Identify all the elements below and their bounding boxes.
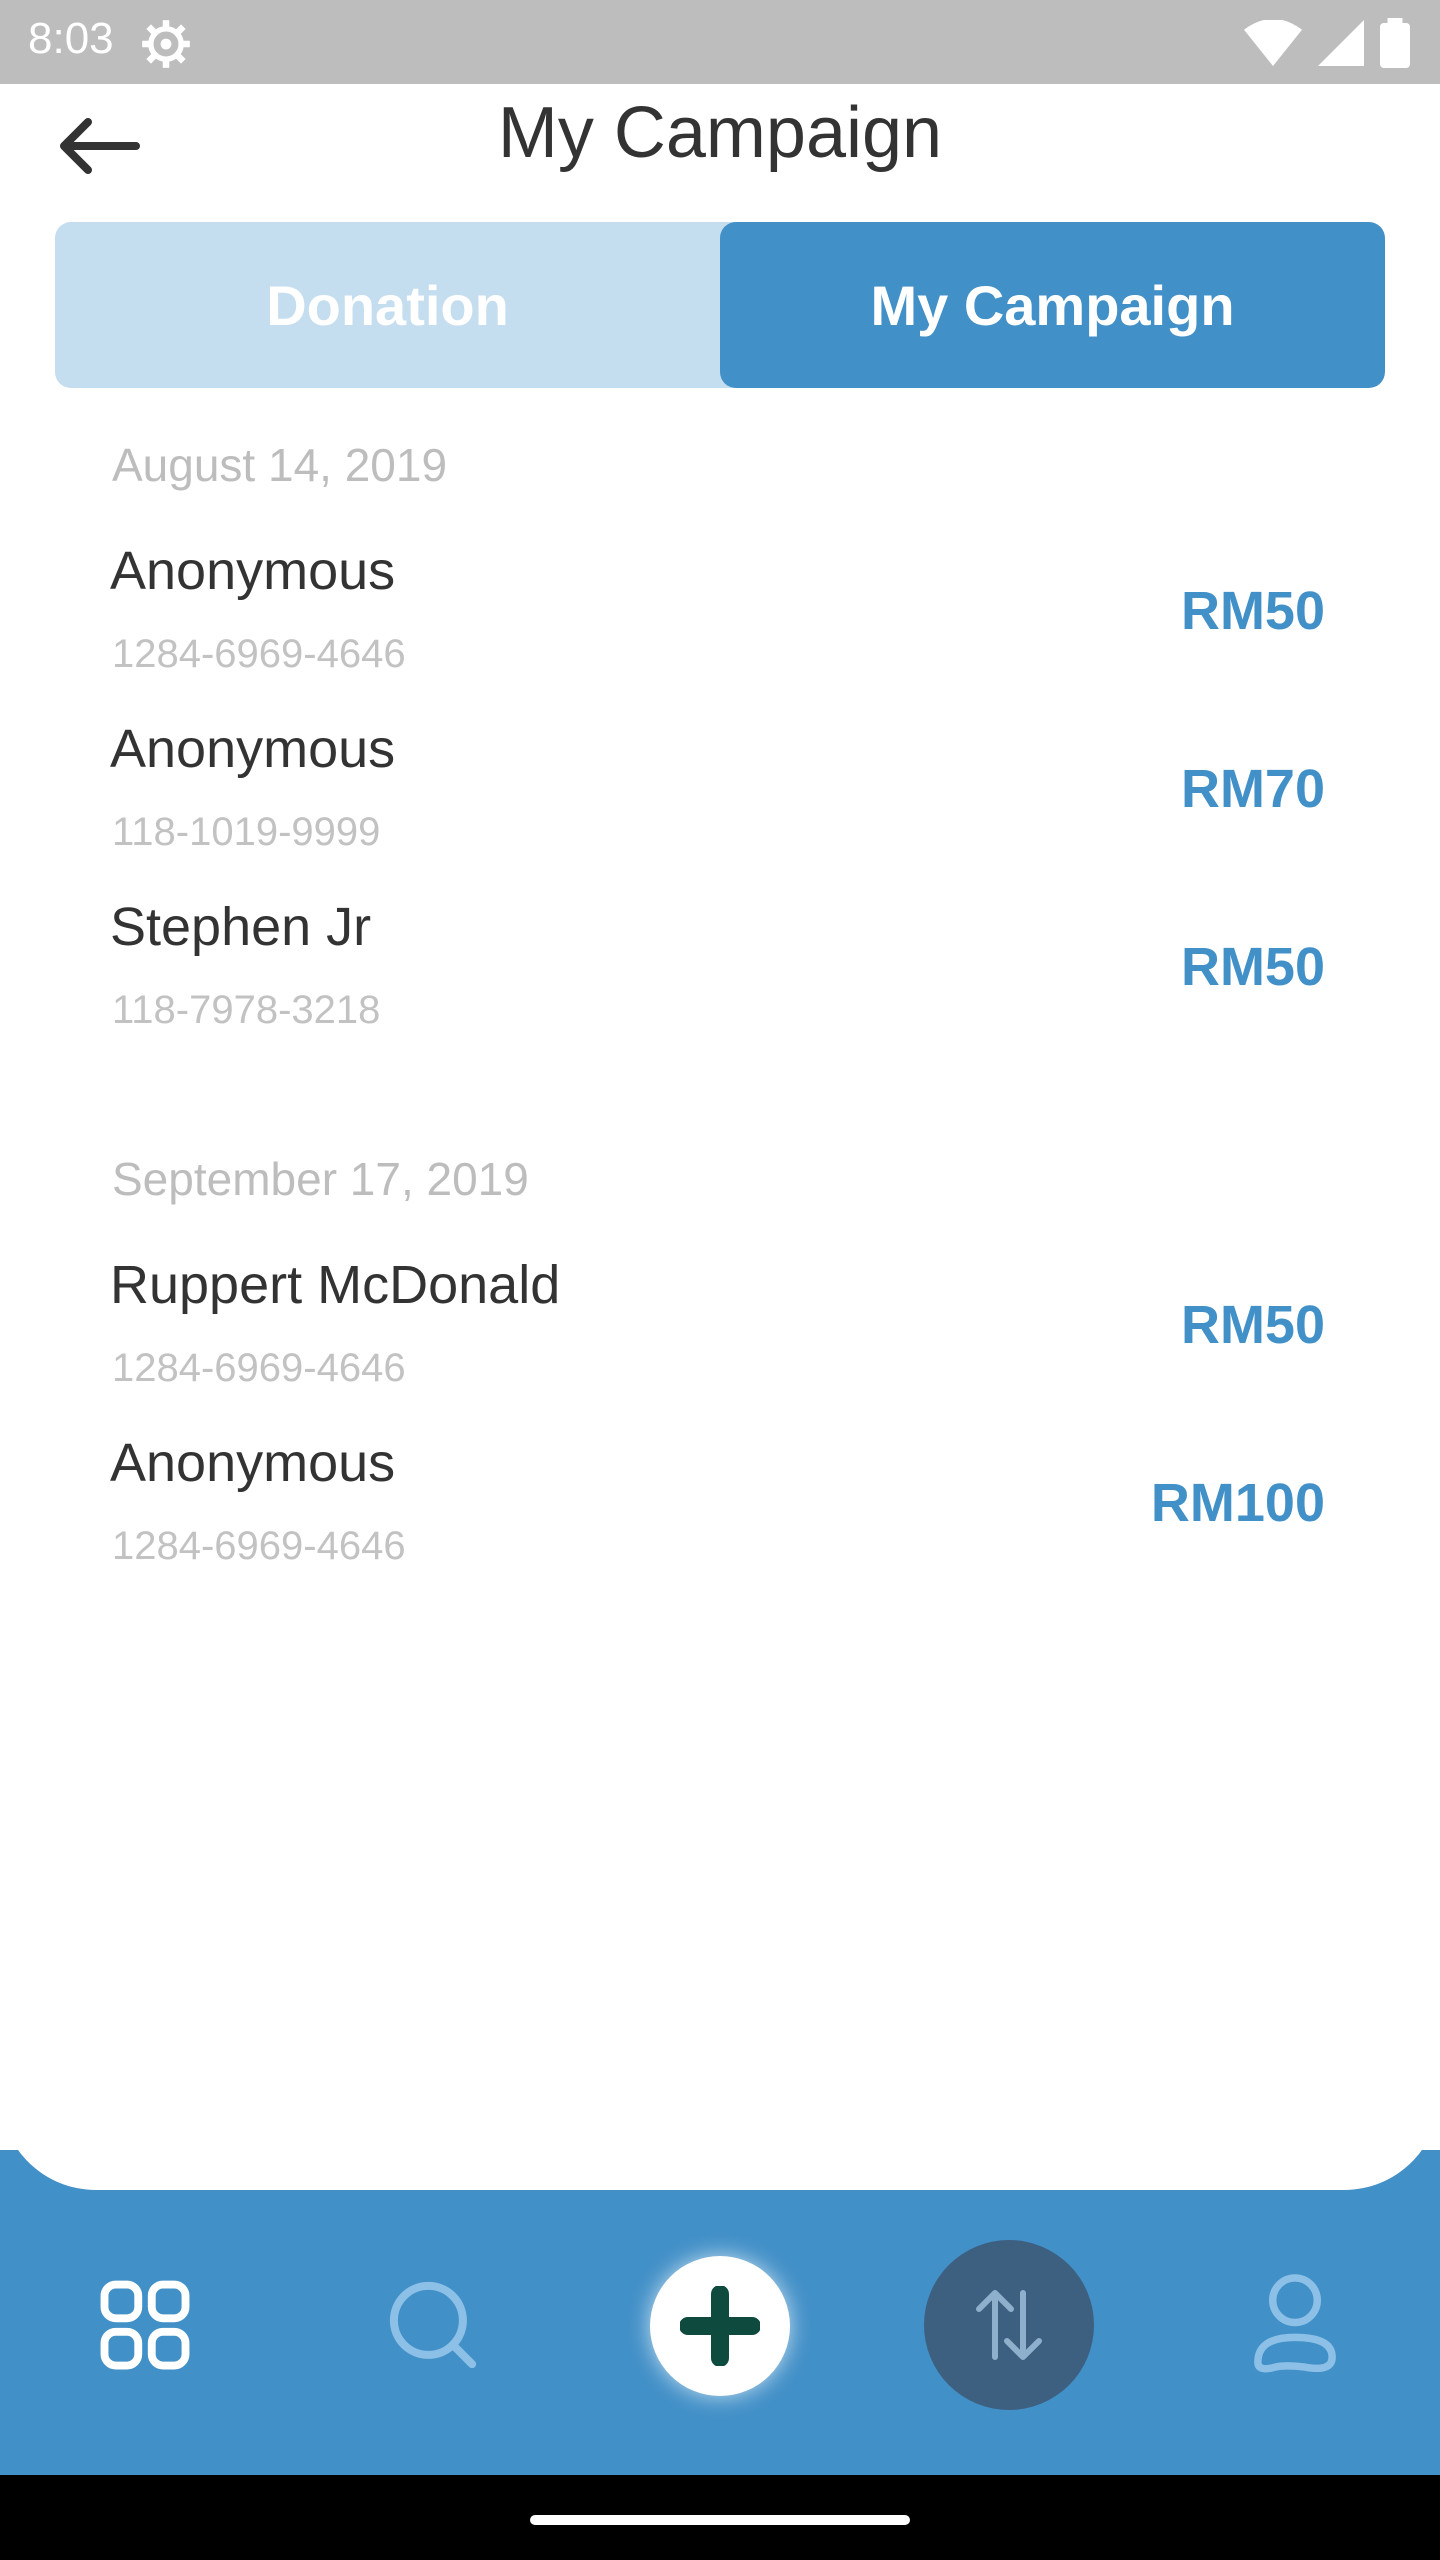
donor-name: Anonymous [110, 541, 396, 601]
nav-profile-button[interactable] [1210, 2240, 1380, 2410]
nav-add-button[interactable] [650, 2256, 790, 2396]
status-time: 8:03 [28, 14, 114, 63]
status-icons [1244, 18, 1410, 68]
donation-amount: RM50 [1180, 937, 1325, 997]
donation-amount: RM100 [1150, 1473, 1325, 1533]
date-header: September 17, 2019 [112, 1153, 529, 1205]
list-item[interactable]: Ruppert McDonald 1284-6969-4646 RM50 [0, 1254, 1440, 1432]
donor-ref: 118-7978-3218 [112, 988, 381, 1032]
header: My Campaign [0, 84, 1440, 214]
home-indicator[interactable] [530, 2515, 910, 2525]
cell-signal-icon [1318, 20, 1364, 66]
grid-icon [100, 2280, 190, 2370]
donation-amount: RM50 [1180, 1295, 1325, 1355]
group-gap [0, 1074, 1440, 1144]
donation-list: August 14, 2019 Anonymous 1284-6969-4646… [0, 430, 1440, 1610]
tab-my-campaign[interactable]: My Campaign [720, 222, 1385, 388]
list-item[interactable]: Anonymous 1284-6969-4646 RM50 [0, 540, 1440, 718]
profile-icon [1254, 2274, 1336, 2373]
donor-ref: 1284-6969-4646 [112, 1346, 406, 1390]
list-item[interactable]: Anonymous 118-1019-9999 RM70 [0, 718, 1440, 896]
donor-name: Anonymous [110, 1433, 396, 1493]
page-title: My Campaign [497, 93, 943, 173]
content-card-bottom [0, 2000, 1440, 2190]
settings-gear-icon [142, 20, 190, 68]
segmented-tabs: Donation My Campaign [55, 222, 1385, 388]
donor-ref: 118-1019-9999 [112, 810, 381, 854]
donor-ref: 1284-6969-4646 [112, 632, 406, 676]
system-nav-bar [0, 2475, 1440, 2560]
date-header: August 14, 2019 [112, 439, 448, 491]
add-icon [680, 2286, 760, 2366]
nav-grid-button[interactable] [60, 2240, 230, 2410]
nav-search-button[interactable] [348, 2240, 518, 2410]
list-item[interactable]: Anonymous 1284-6969-4646 RM100 [0, 1432, 1440, 1610]
nav-transfer-button[interactable] [924, 2240, 1094, 2410]
donation-amount: RM70 [1180, 759, 1325, 819]
status-bar: 8:03 [0, 0, 1440, 84]
donor-name: Anonymous [110, 719, 396, 779]
donor-name: Stephen Jr [110, 897, 372, 957]
wifi-icon [1244, 20, 1302, 66]
donor-name: Ruppert McDonald [110, 1255, 561, 1315]
tab-donation[interactable]: Donation [55, 222, 720, 388]
donation-amount: RM50 [1180, 581, 1325, 641]
battery-icon [1380, 18, 1410, 68]
list-item[interactable]: Stephen Jr 118-7978-3218 RM50 [0, 896, 1440, 1074]
search-icon [389, 2281, 477, 2369]
donor-ref: 1284-6969-4646 [112, 1524, 406, 1568]
transfer-icon [976, 2290, 1042, 2360]
